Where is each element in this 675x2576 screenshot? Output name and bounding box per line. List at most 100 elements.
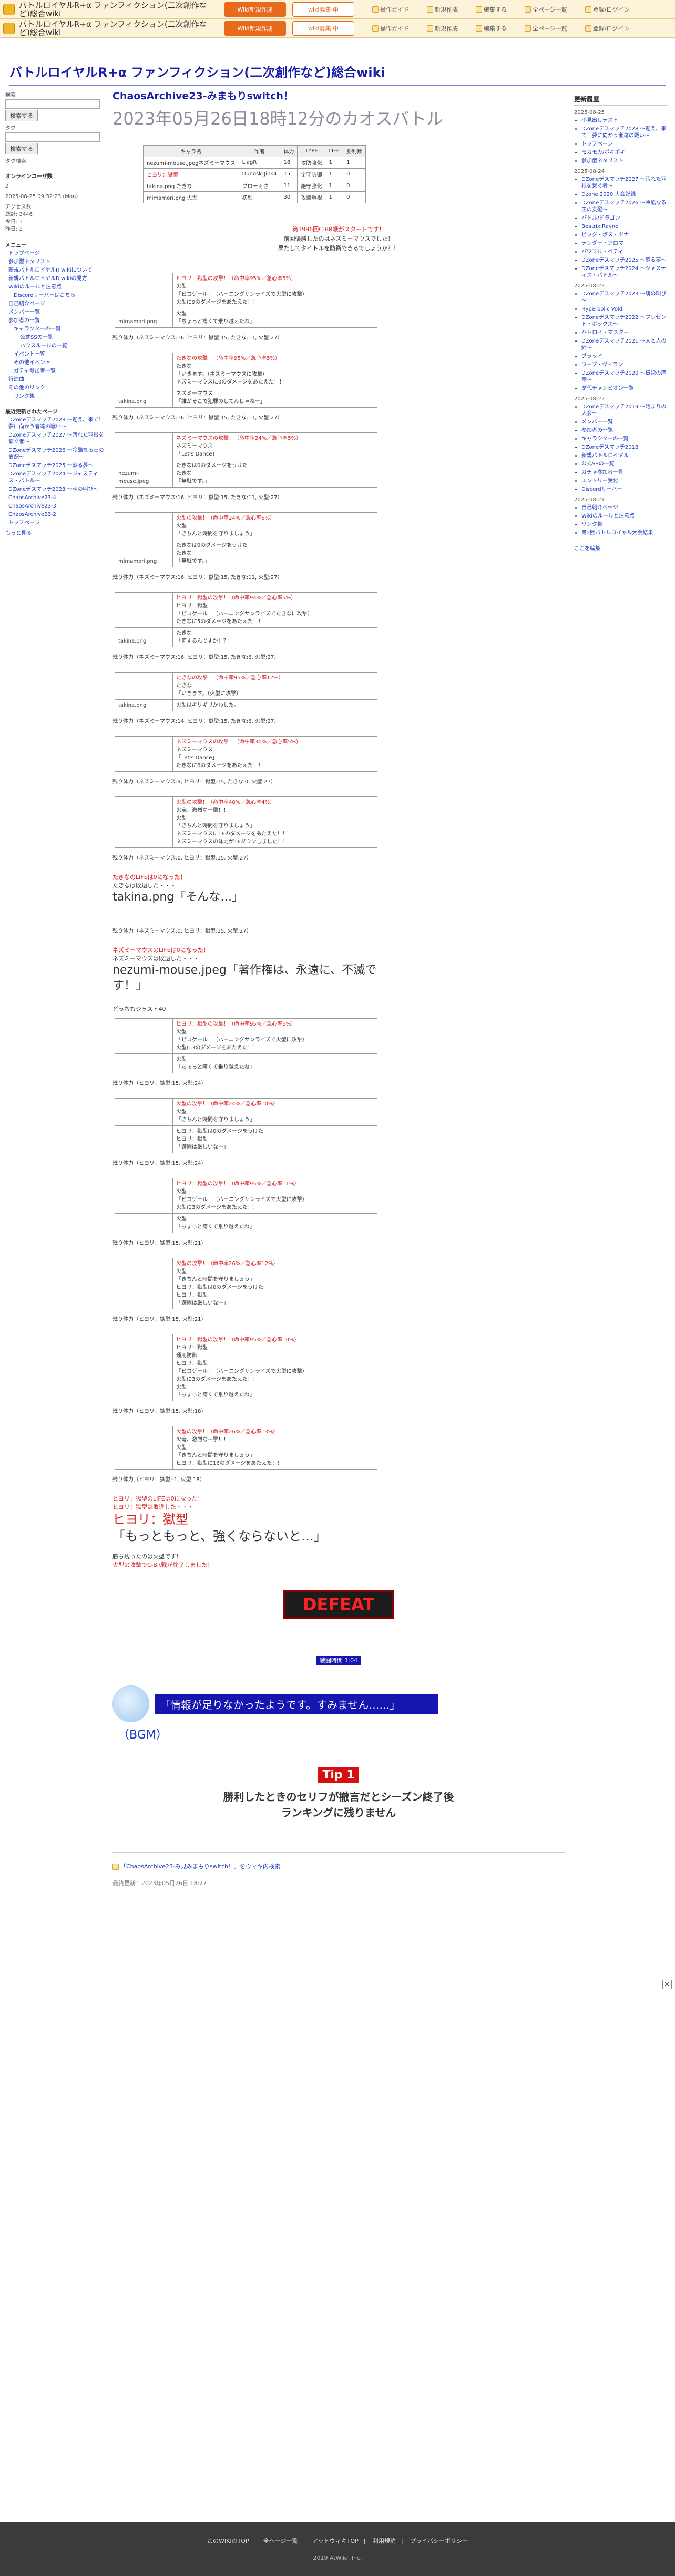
history-item[interactable]: DZoneデスマッチ2018 (581, 444, 668, 451)
menu-item[interactable]: 参加型ネタリスト (8, 258, 105, 265)
menu-item[interactable]: リンク集 (14, 393, 105, 400)
recent-item[interactable]: DZoneデスマッチ2024 ～ジャスティス・バトル～ (8, 471, 105, 484)
recent-item[interactable]: ChaosArchive23-4 (8, 494, 105, 501)
history-item[interactable]: パワフル・ペティ (581, 249, 668, 255)
history-item[interactable]: メンバー一覧 (581, 419, 668, 426)
edit-sidebar-link[interactable]: ここを編集 (574, 546, 600, 552)
all-pages-link[interactable]: 全ページ一覧 (525, 5, 567, 14)
history-item[interactable]: 第2回バトルロイヤル大会結果 (581, 530, 668, 536)
menu-item[interactable]: ハウスルールの一覧 (20, 343, 105, 349)
defender-avatar-cell (115, 1053, 173, 1073)
guide-link[interactable]: 操作ガイド (372, 24, 409, 33)
wiki-create-tab[interactable]: Wiki新規作成 (224, 20, 286, 36)
history-item[interactable]: リンク集 (581, 521, 668, 528)
history-item[interactable]: 参加型ネタリスト (581, 158, 668, 164)
menu-item[interactable]: 参加者の一覧 (8, 317, 105, 324)
history-item[interactable]: テンダー・アロマ (581, 240, 668, 247)
more-link[interactable]: もっと見る (5, 529, 105, 536)
footer-link[interactable]: 全ページ一覧 (263, 2538, 298, 2544)
wiki-create-tab[interactable]: Wiki新規作成 (224, 2, 286, 17)
history-item[interactable]: Beatrix Rayne (581, 223, 668, 230)
history-item[interactable]: DZoneデスマッチ2028 ～迎え、来て！夢に向かう者達の戦い～ (581, 126, 668, 139)
footer-link[interactable]: このWIKIのTOP (207, 2538, 249, 2544)
history-item[interactable]: モカモカ/ポキポキ (581, 149, 668, 156)
menu-item[interactable]: イベント一覧 (14, 351, 105, 358)
login-link[interactable]: 登録/ログイン (585, 5, 630, 14)
wiki-recruit-tab[interactable]: wiki募集 中 (292, 20, 354, 36)
history-item[interactable]: DZoneデスマッチ2027 ～汚れた羽根を繋ぐ者～ (581, 176, 668, 190)
tag-input[interactable] (5, 132, 100, 142)
menu-item[interactable]: その他イベント (14, 359, 105, 366)
recent-item[interactable]: DZoneデスマッチ2025 ～蘇る夢～ (8, 462, 105, 469)
history-item[interactable]: DZoneデスマッチ2022 ～プレゼント・ボックス～ (581, 314, 668, 328)
recent-item[interactable]: DZoneデスマッチ2023 ～魂の叫び～ (8, 486, 105, 493)
new-page-link[interactable]: 新規作成 (427, 24, 458, 33)
history-item[interactable]: DZoneデスマッチ2023 ～魂の叫び～ (581, 291, 668, 304)
history-item[interactable]: 自己紹介ページ (581, 504, 668, 511)
history-item[interactable]: ガチャ参加者一覧 (581, 469, 668, 476)
history-item[interactable]: ワープ・ヴィラン (581, 361, 668, 368)
history-item[interactable]: Discordサーバー (581, 486, 668, 493)
history-item[interactable]: DZoneデスマッチ2021 ～人と人の絆～ (581, 338, 668, 351)
history-item[interactable]: 新規バトルロイヤル (581, 452, 668, 459)
wiki-search-link[interactable]: 「ChaosArchive23-み見みまもりswitch！」をウィキ内検索 (120, 1863, 280, 1870)
history-item[interactable]: 公式SSの一覧 (581, 461, 668, 468)
history-item[interactable]: Wikiのルールと注意点 (581, 513, 668, 520)
history-item[interactable]: 小見出しテスト (581, 117, 668, 124)
recent-item[interactable]: ChaosArchive23-2 (8, 511, 105, 518)
history-item[interactable]: Dzone 2020 大会記録 (581, 191, 668, 198)
history-item[interactable]: キャラクターの一覧 (581, 436, 668, 442)
menu-item[interactable]: その他のリンク (8, 385, 105, 391)
history-item[interactable]: ブラッド (581, 353, 668, 360)
login-link[interactable]: 登録/ログイン (585, 24, 630, 33)
menu-item[interactable]: トップページ (8, 250, 105, 257)
menu-item[interactable]: Wikiのルールと注意点 (8, 284, 105, 291)
menu-item[interactable]: 新規バトルロイヤルR wikiの見方 (8, 275, 105, 282)
history-item[interactable]: DZoneデスマッチ2024 ～ジャスティス・バトル～ (581, 265, 668, 279)
history-item[interactable]: バトル/ドラゴン (581, 215, 668, 222)
menu-item[interactable]: 公式SSの一覧 (20, 334, 105, 341)
wiki-title[interactable]: バトルロイヤルR+α ファンフィクション(二次創作など)総合wiki (9, 65, 385, 80)
tag-search-button[interactable]: 検索する (5, 143, 38, 154)
history-item[interactable]: ビッグ・ボス・ツナ (581, 232, 668, 239)
history-item[interactable]: バトロイ・マスター (581, 329, 668, 336)
history-item[interactable]: DZoneデスマッチ2019 ～始まりの大会～ (581, 404, 668, 417)
footer-link[interactable]: アットウィキTOP (312, 2538, 359, 2544)
recent-item[interactable]: トップページ (8, 520, 105, 526)
edit-link[interactable]: 編集する (476, 24, 507, 33)
menu-item[interactable]: メンバー一覧 (8, 309, 105, 316)
history-item[interactable]: DZoneデスマッチ2025 ～蘇る夢～ (581, 257, 668, 264)
footer-link[interactable]: 利用規約 (373, 2538, 396, 2544)
history-item[interactable]: DZoneデスマッチ2020 ～伝説の序章～ (581, 370, 668, 384)
guide-link[interactable]: 操作ガイド (372, 5, 409, 14)
menu-item[interactable]: ガチャ参加者一覧 (14, 368, 105, 375)
wiki-recruit-tab[interactable]: wiki募集 中 (292, 2, 354, 17)
history-item[interactable]: 参加者の一覧 (581, 427, 668, 434)
history-item[interactable]: Hyperbolic Void (581, 306, 668, 313)
edit-link[interactable]: 編集する (476, 5, 507, 14)
history-item[interactable]: トップページ (581, 141, 668, 148)
history-item[interactable]: 歴代チャンピオン一覧 (581, 385, 668, 392)
history-item[interactable]: エントリー受付 (581, 478, 668, 484)
menu-item[interactable]: 自己紹介ページ (8, 301, 105, 307)
menu-item[interactable]: キャラクターの一覧 (14, 326, 105, 333)
site-title[interactable]: バトルロイヤルR+α ファンフィクション(二次創作など)総合wiki (19, 1, 208, 18)
menu-item[interactable]: 新規バトルロイヤルR wikiについて (8, 267, 105, 274)
recent-item[interactable]: DZoneデスマッチ2026 ～冷酷なる王の支配～ (8, 447, 105, 461)
tag-search-link[interactable]: タグ検索 (5, 157, 105, 164)
recent-item[interactable]: DZoneデスマッチ2027 ～汚れた羽根を繋ぐ者～ (8, 432, 105, 446)
site-logo-icon[interactable] (3, 3, 15, 15)
site-title[interactable]: バトルロイヤルR+α ファンフィクション(二次創作など)総合wiki (19, 20, 208, 37)
footer-link[interactable]: プライバシーポリシー (410, 2538, 468, 2544)
menu-item[interactable]: 行進曲 (8, 376, 105, 383)
search-button[interactable]: 検索する (5, 110, 38, 121)
recent-item[interactable]: ChaosArchive23-3 (8, 503, 105, 510)
all-pages-link[interactable]: 全ページ一覧 (525, 24, 567, 33)
history-item[interactable]: DZoneデスマッチ2026 ～冷酷なる王の支配～ (581, 200, 668, 213)
site-logo-icon[interactable] (3, 22, 15, 34)
close-icon[interactable]: × (662, 1980, 672, 1989)
recent-item[interactable]: DZoneデスマッチ2028 ～迎え、来て！夢に向かう者達の戦い～ (8, 417, 105, 430)
search-input[interactable] (5, 99, 100, 109)
menu-item[interactable]: Discordサーバーはこちら (14, 292, 105, 299)
new-page-link[interactable]: 新規作成 (427, 5, 458, 14)
